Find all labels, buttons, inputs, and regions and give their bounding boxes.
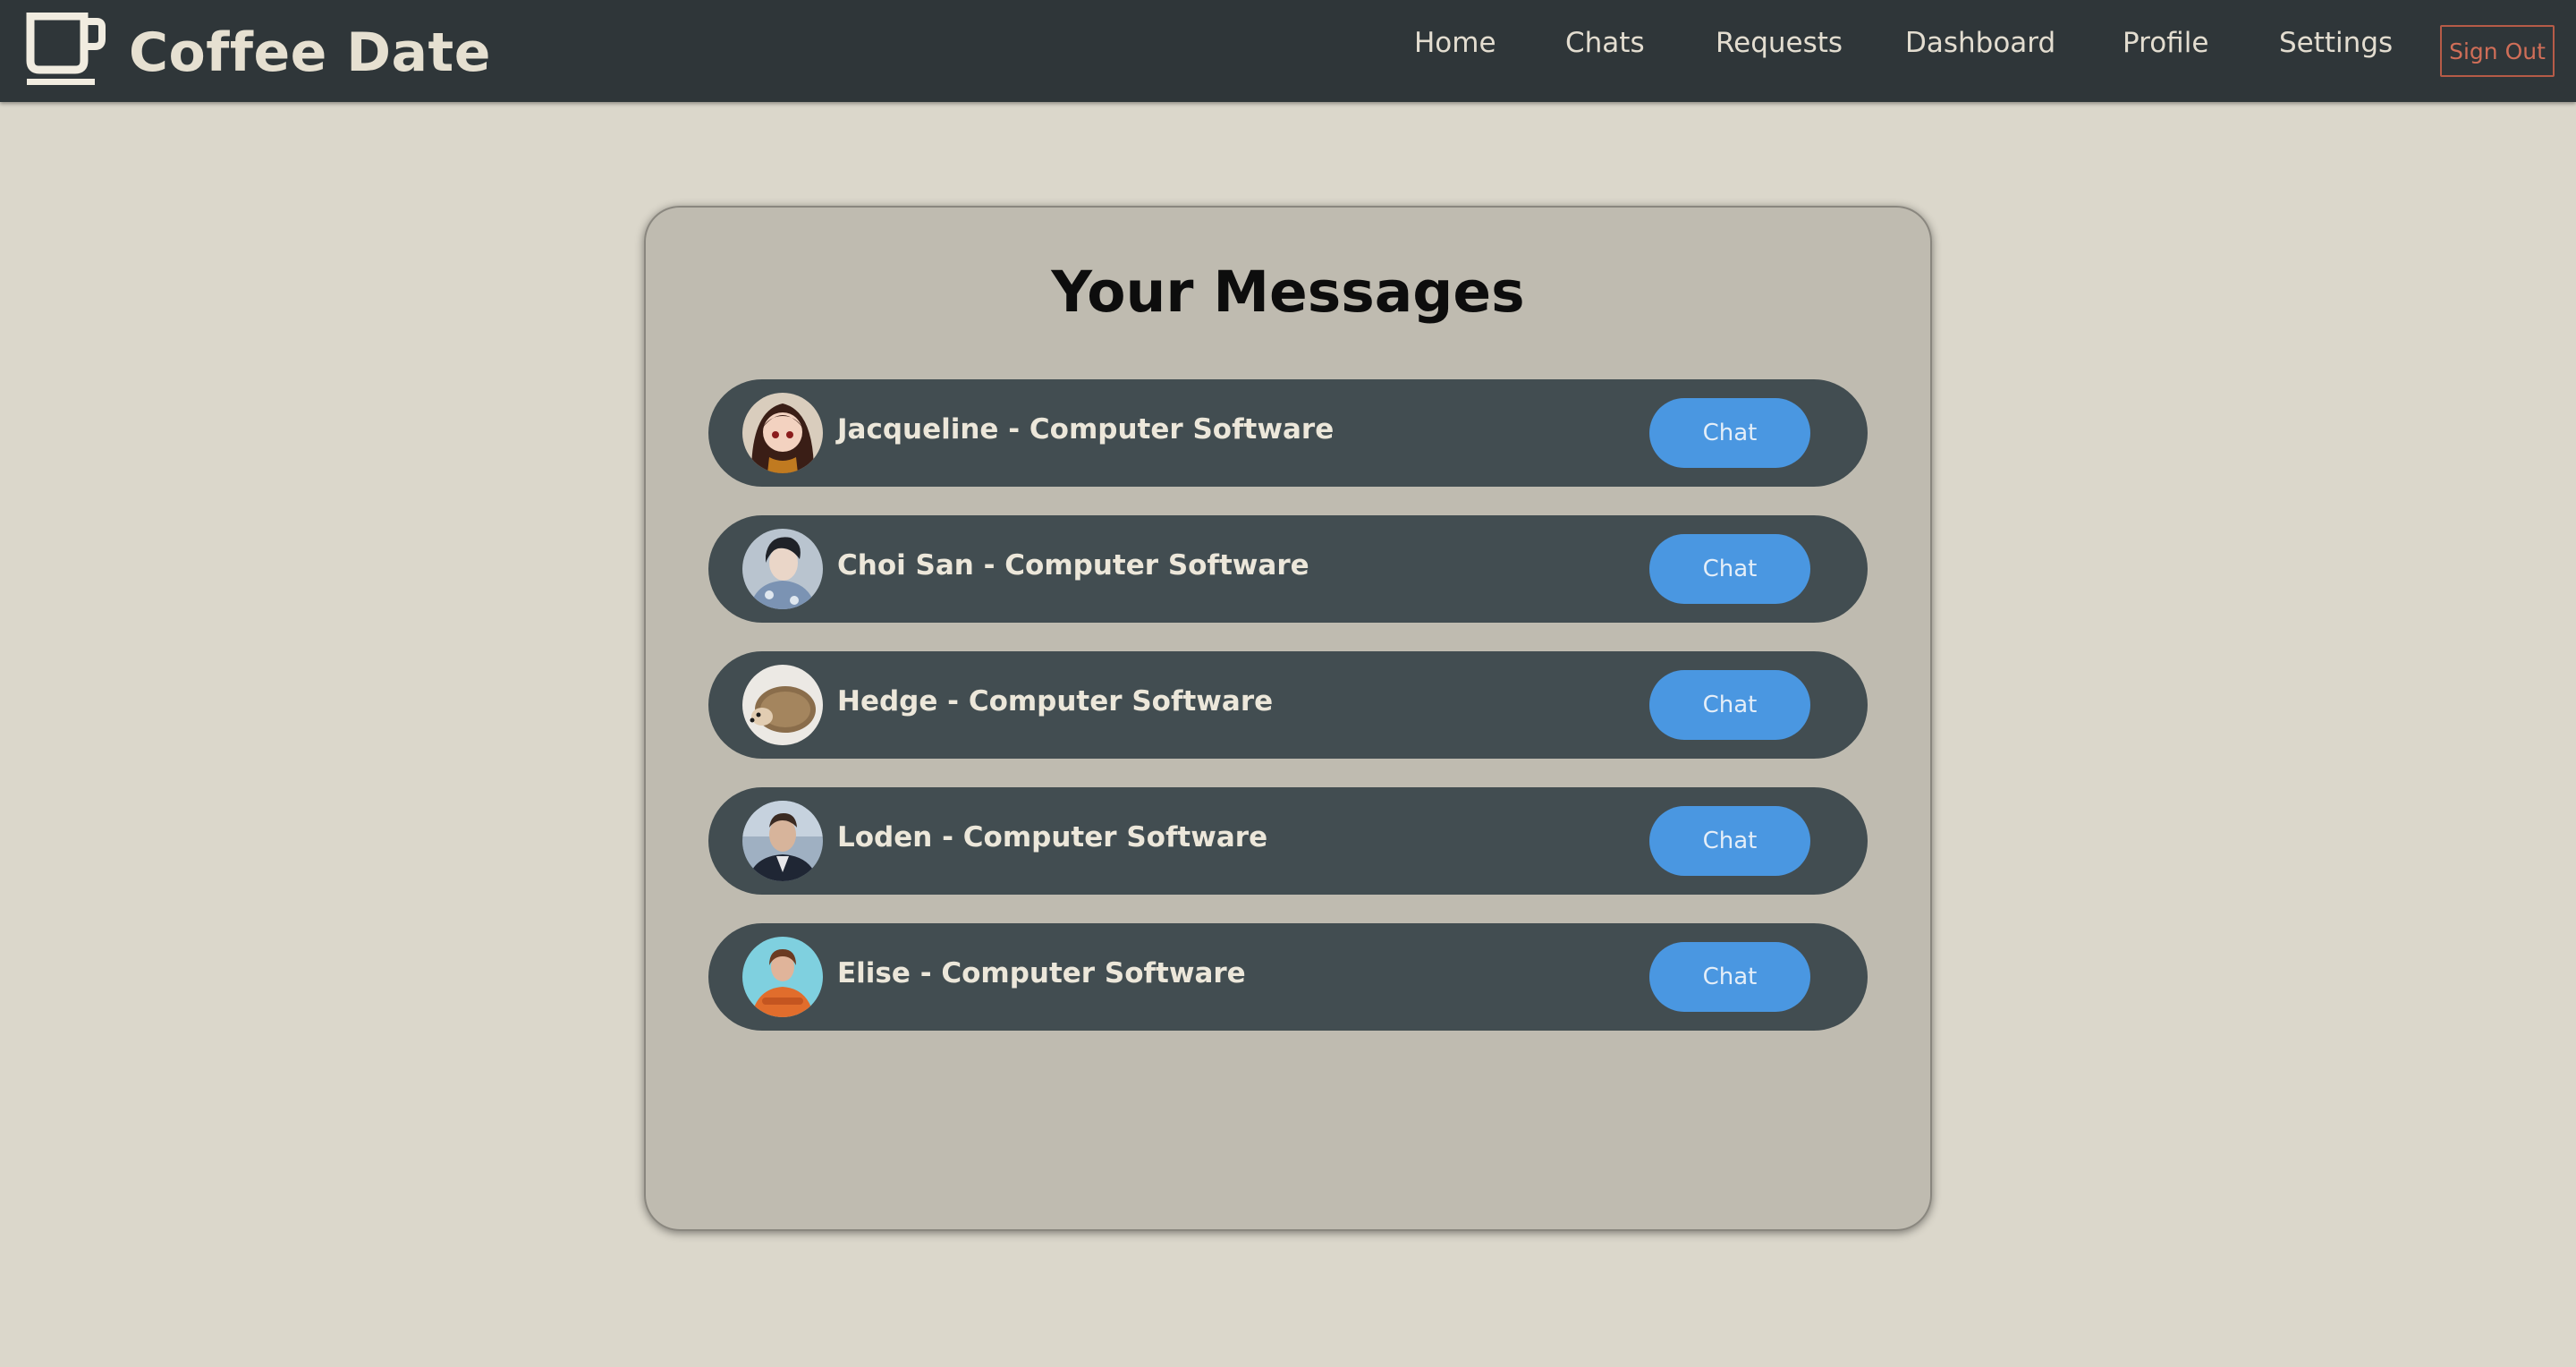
- brand-logo[interactable]: Coffee Date: [25, 9, 491, 93]
- conversation-row[interactable]: Jacqueline - Computer Software Chat: [708, 379, 1868, 487]
- nav-home[interactable]: Home: [1414, 27, 1496, 59]
- page-title: Your Messages: [1051, 259, 1525, 325]
- nav-chats[interactable]: Chats: [1565, 27, 1645, 59]
- chat-button[interactable]: Chat: [1649, 670, 1810, 740]
- messages-card: Your Messages Jacqueline - Computer Soft…: [644, 206, 1932, 1231]
- top-navbar: Coffee Date Home Chats Requests Dashboar…: [0, 0, 2576, 102]
- nav-requests[interactable]: Requests: [1716, 27, 1843, 59]
- conversation-label: Hedge - Computer Software: [837, 685, 1274, 717]
- coffee-cup-icon: [25, 12, 106, 89]
- conversation-label: Jacqueline - Computer Software: [837, 413, 1335, 446]
- chat-button[interactable]: Chat: [1649, 806, 1810, 876]
- woman-orange-shirt-avatar: [742, 937, 823, 1017]
- chat-button[interactable]: Chat: [1649, 398, 1810, 468]
- hedgehog-avatar: [742, 665, 823, 745]
- person-photo-avatar: [742, 529, 823, 609]
- chat-button[interactable]: Chat: [1649, 942, 1810, 1012]
- conversation-label: Elise - Computer Software: [837, 957, 1246, 989]
- conversation-row[interactable]: Elise - Computer Software Chat: [708, 923, 1868, 1031]
- conversation-row[interactable]: Choi San - Computer Software Chat: [708, 515, 1868, 623]
- chat-button[interactable]: Chat: [1649, 534, 1810, 604]
- nav-links: Home Chats Requests Dashboard Profile Se…: [1395, 0, 2576, 93]
- sign-out-button[interactable]: Sign Out: [2440, 25, 2555, 77]
- conversation-label: Choi San - Computer Software: [837, 549, 1309, 582]
- conversation-row[interactable]: Loden - Computer Software Chat: [708, 787, 1868, 895]
- man-in-suit-avatar: [742, 801, 823, 881]
- nav-profile[interactable]: Profile: [2123, 27, 2208, 59]
- cartoon-girl-avatar: [742, 393, 823, 473]
- brand-name: Coffee Date: [129, 21, 491, 84]
- nav-dashboard[interactable]: Dashboard: [1905, 27, 2055, 59]
- conversation-label: Loden - Computer Software: [837, 821, 1268, 853]
- nav-settings[interactable]: Settings: [2279, 27, 2393, 59]
- conversation-row[interactable]: Hedge - Computer Software Chat: [708, 651, 1868, 759]
